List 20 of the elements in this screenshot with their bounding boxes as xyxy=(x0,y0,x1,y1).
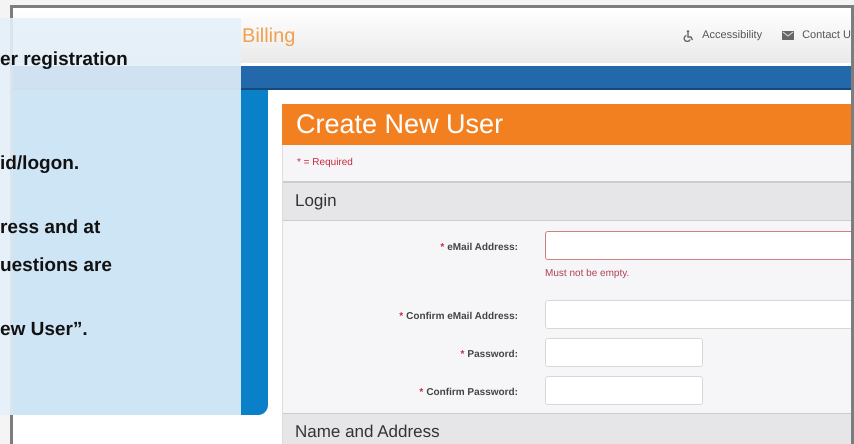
accessibility-link[interactable]: Accessibility xyxy=(683,27,762,44)
logo-text: Billing xyxy=(242,24,296,48)
callout-text: ew User”. xyxy=(0,318,89,342)
section-header: Login xyxy=(283,182,851,220)
callout-text: er registration xyxy=(0,48,129,72)
callout-text: id/logon. xyxy=(0,152,80,176)
contact-link[interactable]: Contact U xyxy=(782,27,851,44)
field-label: * Confirm eMail Address: xyxy=(398,310,518,324)
field-label: * Password: xyxy=(460,348,518,362)
input-field[interactable] xyxy=(545,230,851,260)
required-note: * = Required xyxy=(297,156,353,170)
callout-text: ress and at xyxy=(0,216,102,240)
wheelchair-icon xyxy=(683,30,694,42)
envelope-icon xyxy=(782,31,794,40)
field-label: * Confirm Password: xyxy=(418,386,518,400)
callout-text: uestions are xyxy=(0,254,113,278)
error-message: Must not be empty. xyxy=(545,266,630,280)
form-title: Create New User xyxy=(282,104,851,144)
field-label: * eMail Address: xyxy=(439,240,518,254)
section-header: Name and Address xyxy=(283,412,851,444)
